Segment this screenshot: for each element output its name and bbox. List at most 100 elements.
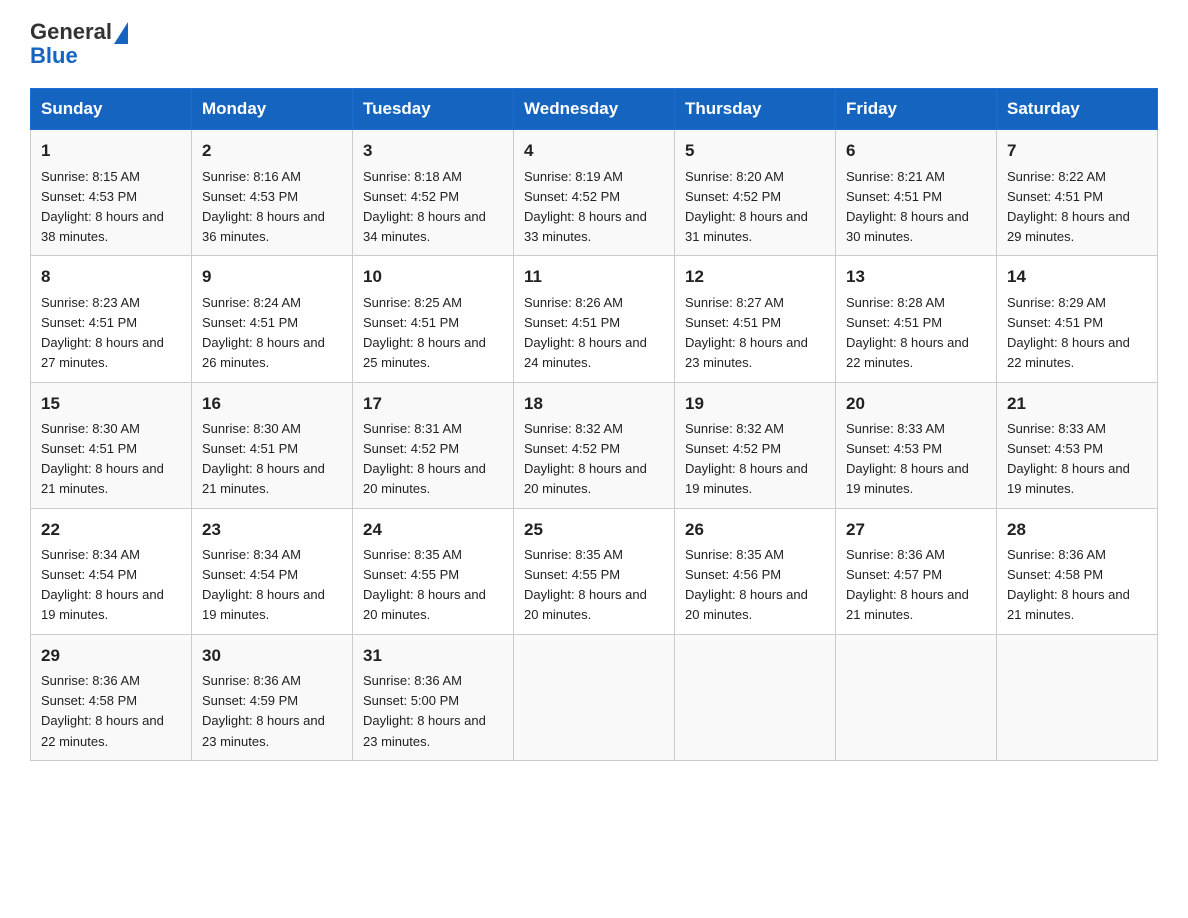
calendar-cell: 22Sunrise: 8:34 AMSunset: 4:54 PMDayligh… [31, 508, 192, 634]
day-info: Sunrise: 8:32 AMSunset: 4:52 PMDaylight:… [524, 419, 664, 500]
header-row: SundayMondayTuesdayWednesdayThursdayFrid… [31, 89, 1158, 130]
calendar-cell: 14 Sunrise: 8:29 AMSunset: 4:51 PMDayligh… [997, 256, 1158, 382]
calendar-cell: 1Sunrise: 8:15 AMSunset: 4:53 PMDaylight… [31, 130, 192, 256]
day-number: 8 [41, 264, 181, 290]
day-number: 5 [685, 138, 825, 164]
calendar-header: SundayMondayTuesdayWednesdayThursdayFrid… [31, 89, 1158, 130]
day-info: Sunrise: 8:32 AMSunset: 4:52 PMDaylight:… [685, 419, 825, 500]
week-row-1: 1Sunrise: 8:15 AMSunset: 4:53 PMDaylight… [31, 130, 1158, 256]
calendar-cell: 6 Sunrise: 8:21 AMSunset: 4:51 PMDaylight… [836, 130, 997, 256]
day-info: Sunrise: 8:20 AMSunset: 4:52 PMDaylight:… [685, 167, 825, 248]
day-number: 1 [41, 138, 181, 164]
day-info: Sunrise: 8:28 AMSunset: 4:51 PMDaylight:… [846, 293, 986, 374]
day-info: Sunrise: 8:19 AMSunset: 4:52 PMDaylight:… [524, 167, 664, 248]
logo-general-text: General [30, 20, 128, 44]
calendar-cell: 18Sunrise: 8:32 AMSunset: 4:52 PMDayligh… [514, 382, 675, 508]
day-info: Sunrise: 8:36 AMSunset: 4:58 PMDaylight:… [41, 671, 181, 752]
calendar-cell [997, 634, 1158, 760]
calendar-cell: 19Sunrise: 8:32 AMSunset: 4:52 PMDayligh… [675, 382, 836, 508]
day-number: 7 [1007, 138, 1147, 164]
day-info: Sunrise: 8:30 AMSunset: 4:51 PMDaylight:… [41, 419, 181, 500]
day-number: 20 [846, 391, 986, 417]
calendar-cell: 29Sunrise: 8:36 AMSunset: 4:58 PMDayligh… [31, 634, 192, 760]
day-info: Sunrise: 8:35 AMSunset: 4:56 PMDaylight:… [685, 545, 825, 626]
day-number: 29 [41, 643, 181, 669]
day-number: 2 [202, 138, 342, 164]
day-info: Sunrise: 8:34 AMSunset: 4:54 PMDaylight:… [41, 545, 181, 626]
calendar-cell [675, 634, 836, 760]
day-info: Sunrise: 8:25 AMSunset: 4:51 PMDaylight:… [363, 293, 503, 374]
week-row-5: 29Sunrise: 8:36 AMSunset: 4:58 PMDayligh… [31, 634, 1158, 760]
calendar-cell: 10Sunrise: 8:25 AMSunset: 4:51 PMDayligh… [353, 256, 514, 382]
calendar-cell: 12 Sunrise: 8:27 AMSunset: 4:51 PMDayligh… [675, 256, 836, 382]
calendar-cell: 13Sunrise: 8:28 AMSunset: 4:51 PMDayligh… [836, 256, 997, 382]
calendar-cell: 2Sunrise: 8:16 AMSunset: 4:53 PMDaylight… [192, 130, 353, 256]
day-number: 6 [846, 138, 986, 164]
day-number: 16 [202, 391, 342, 417]
day-number: 14 [1007, 264, 1147, 290]
day-info: Sunrise: 8:34 AMSunset: 4:54 PMDaylight:… [202, 545, 342, 626]
day-number: 26 [685, 517, 825, 543]
calendar-cell: 4 Sunrise: 8:19 AMSunset: 4:52 PMDaylight… [514, 130, 675, 256]
day-number: 17 [363, 391, 503, 417]
day-info: Sunrise: 8:18 AMSunset: 4:52 PMDaylight:… [363, 167, 503, 248]
day-info: Sunrise: 8:33 AMSunset: 4:53 PMDaylight:… [846, 419, 986, 500]
week-row-4: 22Sunrise: 8:34 AMSunset: 4:54 PMDayligh… [31, 508, 1158, 634]
calendar-cell [836, 634, 997, 760]
day-info: Sunrise: 8:36 AMSunset: 5:00 PMDaylight:… [363, 671, 503, 752]
day-number: 22 [41, 517, 181, 543]
logo: General Blue [30, 20, 128, 68]
day-info: Sunrise: 8:35 AMSunset: 4:55 PMDaylight:… [363, 545, 503, 626]
day-info: Sunrise: 8:23 AMSunset: 4:51 PMDaylight:… [41, 293, 181, 374]
calendar-cell: 28Sunrise: 8:36 AMSunset: 4:58 PMDayligh… [997, 508, 1158, 634]
day-info: Sunrise: 8:24 AMSunset: 4:51 PMDaylight:… [202, 293, 342, 374]
calendar-cell: 27Sunrise: 8:36 AMSunset: 4:57 PMDayligh… [836, 508, 997, 634]
day-info: Sunrise: 8:29 AMSunset: 4:51 PMDaylight:… [1007, 293, 1147, 374]
day-number: 9 [202, 264, 342, 290]
day-info: Sunrise: 8:35 AMSunset: 4:55 PMDaylight:… [524, 545, 664, 626]
calendar-cell: 21Sunrise: 8:33 AMSunset: 4:53 PMDayligh… [997, 382, 1158, 508]
day-info: Sunrise: 8:27 AMSunset: 4:51 PMDaylight:… [685, 293, 825, 374]
day-number: 12 [685, 264, 825, 290]
day-info: Sunrise: 8:31 AMSunset: 4:52 PMDaylight:… [363, 419, 503, 500]
calendar-cell: 24Sunrise: 8:35 AMSunset: 4:55 PMDayligh… [353, 508, 514, 634]
calendar-cell: 26Sunrise: 8:35 AMSunset: 4:56 PMDayligh… [675, 508, 836, 634]
header-tuesday: Tuesday [353, 89, 514, 130]
calendar-cell: 17Sunrise: 8:31 AMSunset: 4:52 PMDayligh… [353, 382, 514, 508]
calendar-cell: 30Sunrise: 8:36 AMSunset: 4:59 PMDayligh… [192, 634, 353, 760]
calendar-cell: 31Sunrise: 8:36 AMSunset: 5:00 PMDayligh… [353, 634, 514, 760]
day-number: 19 [685, 391, 825, 417]
header-friday: Friday [836, 89, 997, 130]
calendar-cell [514, 634, 675, 760]
calendar-cell: 7Sunrise: 8:22 AMSunset: 4:51 PMDaylight… [997, 130, 1158, 256]
calendar-body: 1Sunrise: 8:15 AMSunset: 4:53 PMDaylight… [31, 130, 1158, 760]
day-number: 21 [1007, 391, 1147, 417]
day-info: Sunrise: 8:26 AMSunset: 4:51 PMDaylight:… [524, 293, 664, 374]
calendar-cell: 25Sunrise: 8:35 AMSunset: 4:55 PMDayligh… [514, 508, 675, 634]
day-info: Sunrise: 8:33 AMSunset: 4:53 PMDaylight:… [1007, 419, 1147, 500]
page-header: General Blue [30, 20, 1158, 68]
day-info: Sunrise: 8:36 AMSunset: 4:59 PMDaylight:… [202, 671, 342, 752]
header-wednesday: Wednesday [514, 89, 675, 130]
calendar-cell: 9 Sunrise: 8:24 AMSunset: 4:51 PMDaylight… [192, 256, 353, 382]
calendar-table: SundayMondayTuesdayWednesdayThursdayFrid… [30, 88, 1158, 760]
calendar-cell: 3 Sunrise: 8:18 AMSunset: 4:52 PMDaylight… [353, 130, 514, 256]
calendar-cell: 16Sunrise: 8:30 AMSunset: 4:51 PMDayligh… [192, 382, 353, 508]
day-number: 4 [524, 138, 664, 164]
day-number: 27 [846, 517, 986, 543]
day-number: 3 [363, 138, 503, 164]
day-number: 23 [202, 517, 342, 543]
day-info: Sunrise: 8:21 AMSunset: 4:51 PMDaylight:… [846, 167, 986, 248]
day-number: 25 [524, 517, 664, 543]
calendar-cell: 8 Sunrise: 8:23 AMSunset: 4:51 PMDaylight… [31, 256, 192, 382]
day-info: Sunrise: 8:30 AMSunset: 4:51 PMDaylight:… [202, 419, 342, 500]
header-monday: Monday [192, 89, 353, 130]
day-number: 15 [41, 391, 181, 417]
logo-text: General Blue [30, 20, 128, 68]
day-number: 18 [524, 391, 664, 417]
day-number: 30 [202, 643, 342, 669]
day-number: 11 [524, 264, 664, 290]
calendar-cell: 20Sunrise: 8:33 AMSunset: 4:53 PMDayligh… [836, 382, 997, 508]
day-number: 24 [363, 517, 503, 543]
header-sunday: Sunday [31, 89, 192, 130]
